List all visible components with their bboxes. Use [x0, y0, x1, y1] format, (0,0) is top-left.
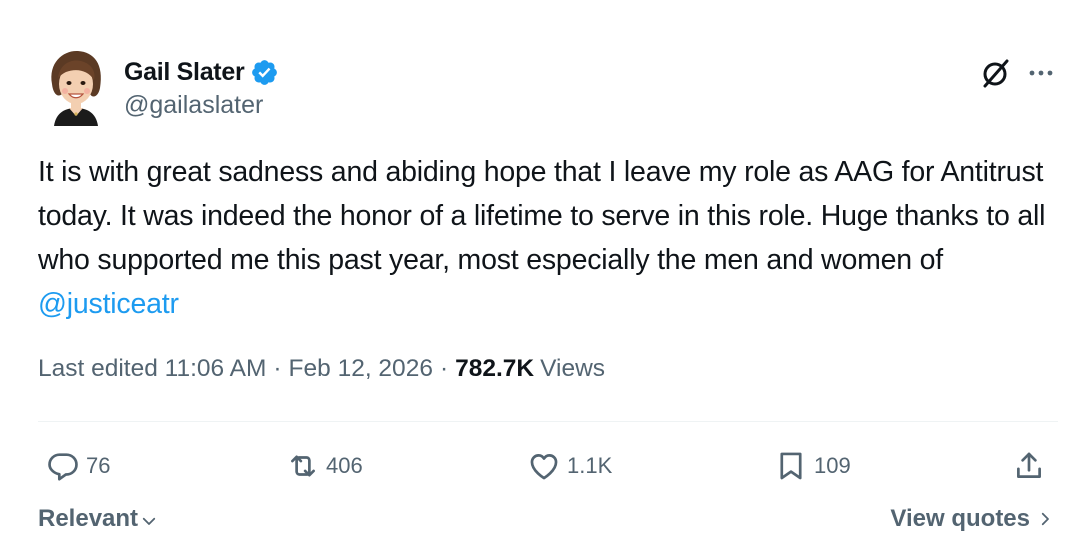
- author-name-row[interactable]: Gail Slater: [124, 52, 279, 92]
- meta-separator: ·: [273, 355, 282, 382]
- view-quotes-link[interactable]: View quotes: [890, 505, 1054, 533]
- more-dots-icon: [1029, 70, 1053, 76]
- sort-dropdown[interactable]: Relevant: [38, 505, 158, 533]
- heart-icon: [530, 454, 558, 480]
- reply-button[interactable]: 76: [46, 446, 110, 486]
- grok-slash-icon: [983, 59, 1009, 88]
- divider: [38, 421, 1058, 422]
- views-label: Views: [540, 355, 606, 382]
- bookmark-icon: [780, 452, 802, 480]
- view-quotes-label: View quotes: [890, 505, 1030, 532]
- repost-count: 406: [326, 453, 363, 478]
- repost-button[interactable]: 406: [286, 446, 363, 486]
- sort-label: Relevant: [38, 505, 139, 532]
- author-display-name[interactable]: Gail Slater: [124, 58, 245, 87]
- bookmark-count: 109: [814, 453, 851, 478]
- mention-link[interactable]: @justiceatr: [38, 288, 179, 320]
- cartoon-avatar-icon: [51, 50, 101, 126]
- like-button[interactable]: 1.1K: [527, 446, 612, 486]
- meta-separator: ·: [439, 355, 449, 382]
- chevron-down-icon: [142, 517, 156, 525]
- verified-badge-icon[interactable]: [250, 58, 279, 87]
- tweet-text: It is with great sadness and abiding hop…: [38, 150, 1058, 326]
- tweet-meta: Last edited 11:06 AM · Feb 12, 2026 · 78…: [38, 355, 605, 383]
- reply-count: 76: [86, 453, 111, 478]
- tweet-card: Gail Slater @gailaslater It is with grea…: [0, 0, 1088, 558]
- grok-button[interactable]: [978, 56, 1012, 90]
- more-options-button[interactable]: [1024, 56, 1058, 90]
- like-count: 1.1K: [567, 453, 613, 478]
- share-button[interactable]: [1012, 446, 1046, 486]
- avatar[interactable]: [40, 48, 112, 126]
- tweet-body-text: It is with great sadness and abiding hop…: [38, 156, 1046, 276]
- tweet-date[interactable]: Feb 12, 2026: [289, 355, 433, 383]
- views-count: 782.7K: [455, 355, 535, 382]
- author-handle[interactable]: @gailaslater: [124, 91, 263, 120]
- reply-icon: [48, 453, 78, 481]
- repost-icon: [291, 455, 315, 477]
- chevron-right-icon: [1041, 512, 1049, 526]
- edited-timestamp[interactable]: Last edited 11:06 AM: [38, 355, 266, 383]
- bookmark-button[interactable]: 109: [774, 446, 851, 486]
- share-icon: [1017, 452, 1041, 478]
